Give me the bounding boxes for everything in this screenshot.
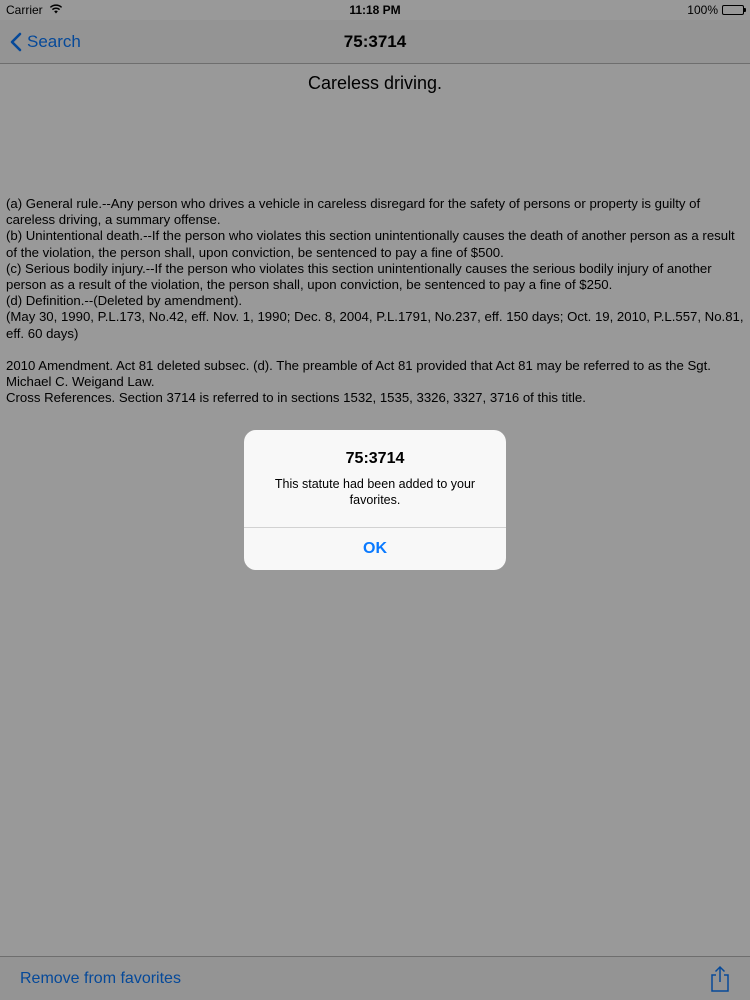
alert-message: This statute had been added to your favo… [274,477,476,507]
alert-title: 75:3714 [345,450,405,467]
alert-ok-button[interactable]: OK [244,528,506,570]
favorite-added-alert: 75:3714 This statute had been added to y… [244,430,506,570]
